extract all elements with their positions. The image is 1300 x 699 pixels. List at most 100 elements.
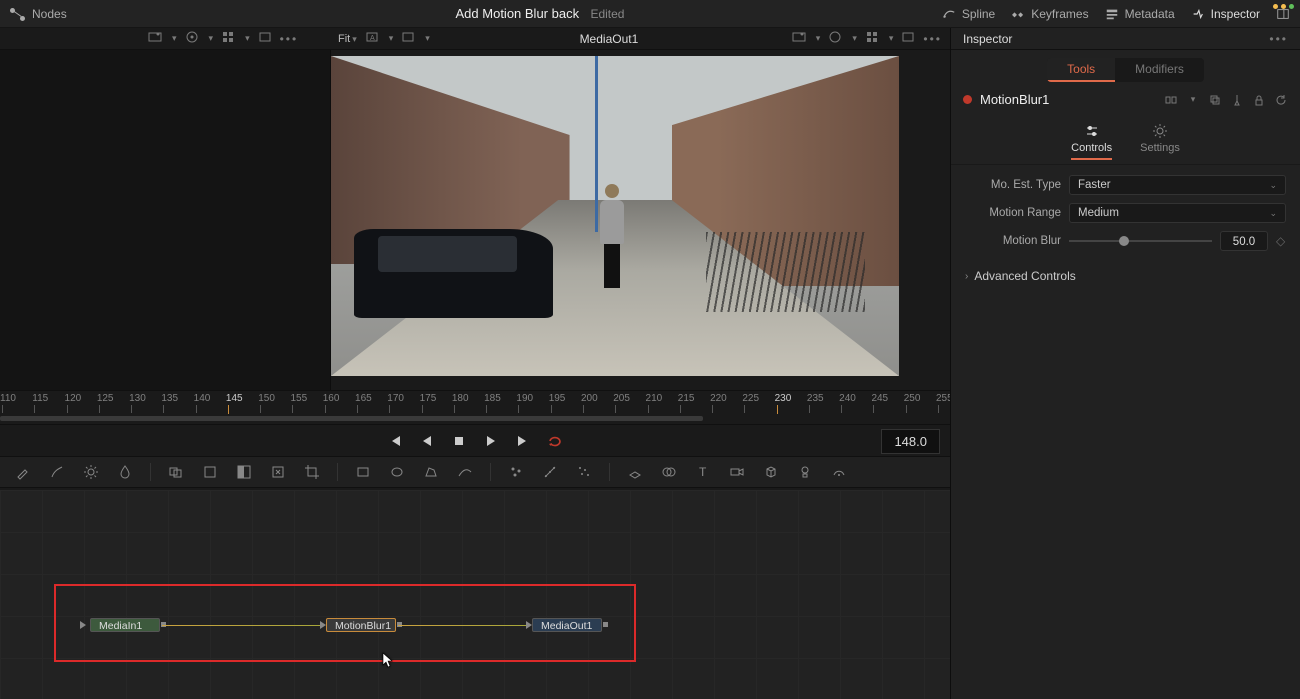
rectangle-mask-tool[interactable] (354, 463, 372, 481)
keyframe-diamond-button[interactable]: ◇ (1276, 234, 1286, 248)
ruler-tick[interactable]: 210 (646, 393, 663, 404)
grid-b-button[interactable] (865, 30, 879, 47)
view-mode-b-button[interactable] (792, 30, 806, 47)
bspline-mask-tool[interactable] (456, 463, 474, 481)
render-tool[interactable] (830, 463, 848, 481)
ruler-tick[interactable]: 225 (742, 393, 759, 404)
cube-tool[interactable] (762, 463, 780, 481)
stop-button[interactable] (451, 433, 467, 449)
keyframes-panel-toggle[interactable]: Keyframes (1011, 7, 1088, 21)
ruler-tick[interactable]: 185 (484, 393, 501, 404)
3d-plane-tool[interactable] (626, 463, 644, 481)
seekbar[interactable] (0, 414, 950, 424)
node-input-socket[interactable] (80, 621, 86, 629)
ruler-tick[interactable]: 250 (904, 393, 921, 404)
ruler-tick[interactable]: 150 (258, 393, 275, 404)
param-motionrange-select[interactable]: Medium⌄ (1069, 203, 1286, 223)
tab-modifiers[interactable]: Modifiers (1115, 58, 1204, 82)
ruler-tick[interactable]: 200 (581, 393, 598, 404)
node-wire[interactable] (398, 625, 528, 626)
ruler-tick[interactable]: 180 (452, 393, 469, 404)
viewport[interactable] (331, 56, 899, 376)
node-output-socket[interactable] (603, 622, 608, 627)
grid-button[interactable] (221, 30, 235, 47)
paint-tool[interactable] (14, 463, 32, 481)
single-viewer-b-button[interactable] (901, 30, 915, 47)
chevron-down-icon[interactable]: ▾ (172, 33, 177, 44)
go-to-end-button[interactable] (515, 433, 531, 449)
slider-thumb[interactable] (1119, 236, 1129, 246)
viewer-more-button[interactable]: ••• (280, 32, 299, 46)
camera-tool[interactable] (728, 463, 746, 481)
go-to-start-button[interactable] (387, 433, 403, 449)
timecode-display[interactable]: 148.0 (881, 429, 940, 454)
ruler-tick[interactable]: 125 (97, 393, 114, 404)
chevron-down-icon[interactable]: ▾ (209, 33, 214, 44)
node-wire[interactable] (162, 625, 322, 626)
transform-tool[interactable] (201, 463, 219, 481)
chevron-down-icon[interactable]: ▾ (389, 33, 394, 44)
ruler-tick[interactable]: 130 (129, 393, 146, 404)
polygon-mask-tool[interactable] (422, 463, 440, 481)
light-tool[interactable] (796, 463, 814, 481)
subtab-settings[interactable]: Settings (1140, 123, 1180, 160)
pin-button[interactable] (1230, 93, 1244, 107)
ruler-tick[interactable]: 170 (387, 393, 404, 404)
matte-tool[interactable] (235, 463, 253, 481)
ruler-tick[interactable]: 215 (678, 393, 695, 404)
channel-b-button[interactable] (401, 30, 415, 47)
merge-tool[interactable] (167, 463, 185, 481)
chevron-down-icon[interactable]: ▾ (852, 33, 857, 44)
inspector-panel-toggle[interactable]: Inspector (1191, 7, 1260, 21)
reset-button[interactable] (1274, 93, 1288, 107)
tab-tools[interactable]: Tools (1047, 58, 1115, 82)
ruler-tick[interactable]: 235 (807, 393, 824, 404)
lock-button[interactable] (1252, 93, 1266, 107)
spline-panel-toggle[interactable]: Spline (942, 7, 995, 21)
chevron-down-icon[interactable]: ▾ (245, 33, 250, 44)
3d-shape-tool[interactable] (660, 463, 678, 481)
particles-tool[interactable] (507, 463, 525, 481)
versions-button[interactable] (1164, 93, 1178, 107)
text-tool[interactable]: T (694, 463, 712, 481)
ruler-tick[interactable]: 135 (161, 393, 178, 404)
ruler-tick[interactable]: 140 (194, 393, 211, 404)
ruler-tick[interactable]: 110 (0, 393, 16, 404)
ruler-tick[interactable]: 245 (871, 393, 888, 404)
ruler-tick[interactable]: 160 (323, 393, 340, 404)
param-motionblur-value[interactable]: 50.0 (1220, 231, 1268, 251)
particles-emit-tool[interactable] (541, 463, 559, 481)
fit-dropdown[interactable]: Fit▾ (338, 33, 357, 45)
crop-tool[interactable] (303, 463, 321, 481)
inspector-more-button[interactable]: ••• (1269, 32, 1288, 46)
step-back-button[interactable] (419, 433, 435, 449)
ruler-tick[interactable]: 205 (613, 393, 630, 404)
ruler-tick[interactable]: 165 (355, 393, 372, 404)
color-sampler-b-button[interactable] (828, 30, 842, 47)
chevron-down-icon[interactable]: ▾ (889, 33, 894, 44)
ruler-tick[interactable]: 190 (516, 393, 533, 404)
node-motionblur1[interactable]: MotionBlur1 (326, 618, 396, 632)
ruler-tick[interactable]: 120 (65, 393, 82, 404)
color-sampler-button[interactable] (185, 30, 199, 47)
channel-a-button[interactable]: A (365, 30, 379, 47)
viewer-b-more-button[interactable]: ••• (923, 32, 942, 46)
node-mediaout1[interactable]: MediaOut1 (532, 618, 602, 632)
copy-button[interactable] (1208, 93, 1222, 107)
blur-tool[interactable] (116, 463, 134, 481)
single-viewer-button[interactable] (258, 30, 272, 47)
chevron-down-icon[interactable]: ▾ (816, 33, 821, 44)
ruler-tick[interactable]: 195 (549, 393, 566, 404)
resize-tool[interactable] (269, 463, 287, 481)
nodes-panel-toggle[interactable]: Nodes (10, 6, 67, 22)
brightness-tool[interactable] (82, 463, 100, 481)
ruler-tick[interactable]: 255 (936, 393, 950, 404)
particles-render-tool[interactable] (575, 463, 593, 481)
chevron-down-icon[interactable]: ▾ (425, 33, 430, 44)
ruler-tick[interactable]: 240 (839, 393, 856, 404)
brush-tool[interactable] (48, 463, 66, 481)
view-mode-a-button[interactable] (148, 30, 162, 47)
advanced-controls-toggle[interactable]: › Advanced Controls (951, 261, 1300, 291)
time-ruler[interactable]: 1101151201251301351401451501551601651701… (0, 390, 950, 414)
ruler-tick[interactable]: 175 (420, 393, 437, 404)
